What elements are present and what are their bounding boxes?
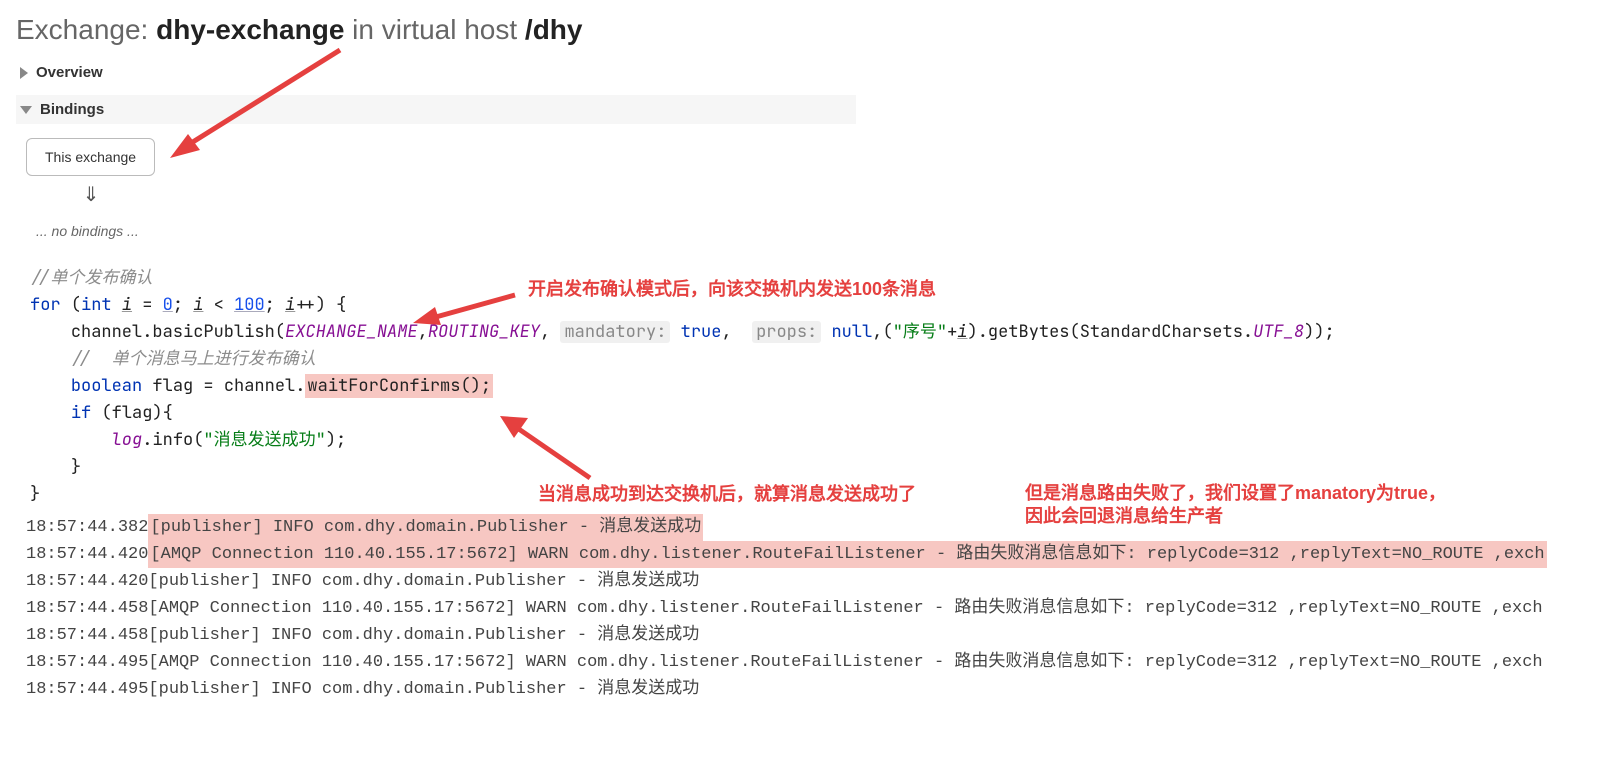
no-bindings-text: ... no bindings ... — [26, 207, 1591, 247]
bindings-body: This exchange ⇓ ... no bindings ... — [16, 128, 1591, 253]
double-down-arrow-icon: ⇓ — [26, 176, 156, 207]
page-title: Exchange: dhy-exchange in virtual host /… — [0, 0, 1607, 54]
title-prefix: Exchange: — [16, 14, 156, 45]
this-exchange-box[interactable]: This exchange — [26, 138, 155, 176]
log-line: 18:57:44.458 [publisher] INFO com.dhy.do… — [26, 622, 1607, 649]
log-output: 18:57:44.382 [publisher] INFO com.dhy.do… — [0, 512, 1607, 709]
log-line: 18:57:44.495 [publisher] INFO com.dhy.do… — [26, 676, 1607, 703]
title-middle: in virtual host — [344, 14, 525, 45]
bindings-toggle[interactable]: Bindings — [16, 95, 856, 124]
overview-toggle[interactable]: Overview — [16, 58, 856, 87]
vhost-name: /dhy — [525, 14, 583, 45]
log-line: 18:57:44.420 [AMQP Connection 110.40.155… — [26, 541, 1607, 568]
code-block: //单个发布确认 for (int i = 0; i < 100; i++) {… — [0, 261, 1607, 512]
bindings-title: Bindings — [40, 101, 104, 118]
overview-title: Overview — [36, 64, 103, 81]
caret-right-icon — [20, 67, 28, 79]
caret-down-icon — [20, 106, 32, 114]
log-line: 18:57:44.495 [AMQP Connection 110.40.155… — [26, 649, 1607, 676]
log-line: 18:57:44.382 [publisher] INFO com.dhy.do… — [26, 514, 1607, 541]
exchange-name: dhy-exchange — [156, 14, 344, 45]
log-line: 18:57:44.458 [AMQP Connection 110.40.155… — [26, 595, 1607, 622]
log-line: 18:57:44.420 [publisher] INFO com.dhy.do… — [26, 568, 1607, 595]
